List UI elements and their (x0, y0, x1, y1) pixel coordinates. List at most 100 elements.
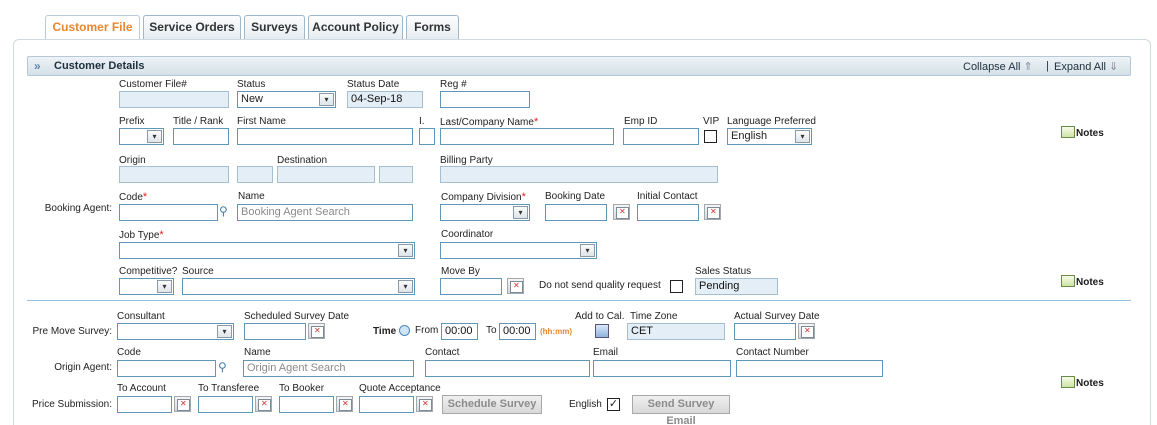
chevron-down-icon: ▾ (580, 244, 595, 257)
to-transferee-input[interactable] (198, 396, 253, 413)
calendar-icon[interactable] (704, 204, 721, 220)
initial-label: I. (419, 116, 425, 127)
coordinator-label: Coordinator (441, 229, 494, 240)
billing-party-label: Billing Party (440, 155, 493, 166)
status-date-input[interactable]: 04-Sep-18 (347, 91, 423, 108)
coordinator-select[interactable]: ▾ (440, 242, 597, 259)
english-checkbox[interactable]: ✓ (607, 398, 620, 411)
to-booker-label: To Booker (279, 383, 325, 394)
language-label: Language Preferred (727, 116, 816, 127)
notes-icon (1061, 376, 1075, 388)
customer-file-input[interactable] (119, 91, 229, 108)
to-transferee-label: To Transferee (198, 383, 260, 394)
actual-survey-date-input[interactable] (734, 323, 796, 340)
calendar-icon[interactable] (416, 396, 433, 412)
tab-service-orders[interactable]: Service Orders (143, 15, 241, 39)
tab-customer-file[interactable]: Customer File (45, 15, 140, 40)
from-label: From (415, 325, 439, 336)
title-rank-label: Title / Rank (173, 116, 224, 127)
hhmm-hint: (hh:mm) (540, 327, 572, 336)
schedule-survey-button[interactable]: Schedule Survey (442, 395, 542, 414)
calendar-icon[interactable] (507, 278, 524, 294)
contact-label: Contact (425, 347, 460, 358)
clock-icon (398, 325, 410, 336)
to-account-input[interactable] (117, 396, 172, 413)
quote-acceptance-label: Quote Acceptance (359, 383, 441, 394)
collapse-all-link[interactable]: Collapse All ⇑ (963, 60, 1033, 73)
prefix-select[interactable]: ▾ (119, 128, 164, 145)
booking-agent-code-input[interactable] (119, 204, 218, 221)
last-name-input[interactable] (440, 128, 614, 145)
to-time-input[interactable]: 00:00 (499, 323, 536, 340)
company-division-label: Company Division* (441, 191, 526, 203)
first-name-input[interactable] (237, 128, 413, 145)
booking-agent-name-input[interactable]: Booking Agent Search (237, 204, 413, 221)
contact-number-input[interactable] (736, 360, 883, 377)
time-zone-input[interactable]: CET (627, 323, 725, 340)
language-select[interactable]: English ▾ (727, 128, 812, 145)
send-survey-email-button[interactable]: Send Survey Email (632, 395, 730, 425)
destination-code-input[interactable] (379, 166, 413, 183)
section-title: Customer Details (54, 60, 145, 72)
section-header[interactable]: » Customer Details Collapse All ⇑ | Expa… (27, 56, 1131, 76)
calendar-icon[interactable] (255, 396, 272, 412)
origin-agent-label: Origin Agent: (54, 362, 112, 373)
destination-input[interactable] (277, 166, 375, 183)
first-name-label: First Name (237, 116, 286, 127)
quote-acceptance-input[interactable] (359, 396, 414, 413)
origin-agent-name-input[interactable]: Origin Agent Search (243, 360, 414, 377)
source-select[interactable]: ▾ (182, 278, 415, 295)
booking-date-label: Booking Date (545, 191, 606, 202)
calendar-icon[interactable] (613, 204, 630, 220)
search-icon[interactable]: ⚲ (218, 360, 227, 374)
email-input[interactable] (593, 360, 731, 377)
job-type-label: Job Type* (119, 229, 164, 241)
calendar-icon[interactable] (174, 396, 191, 412)
section-divider (27, 300, 1131, 301)
job-type-select[interactable]: ▾ (119, 242, 415, 259)
to-booker-input[interactable] (279, 396, 334, 413)
title-rank-input[interactable] (173, 128, 229, 145)
competitive-select[interactable]: ▾ (119, 278, 174, 295)
consultant-select[interactable]: ▾ (117, 323, 234, 340)
chevron-right-icon: » (34, 59, 41, 73)
notes-link-3[interactable]: Notes (1061, 376, 1104, 389)
status-date-label: Status Date (347, 79, 400, 90)
calendar-icon[interactable] (798, 323, 815, 339)
move-by-input[interactable] (440, 278, 502, 295)
initial-contact-input[interactable] (637, 204, 699, 221)
notes-link-2[interactable]: Notes (1061, 275, 1104, 288)
email-label: Email (593, 347, 619, 358)
origin-agent-code-input[interactable] (117, 360, 216, 377)
origin-input[interactable] (119, 166, 229, 183)
sales-status-input[interactable]: Pending (695, 278, 778, 295)
tab-forms[interactable]: Forms (406, 15, 459, 39)
calendar-icon[interactable] (336, 396, 353, 412)
reg-input[interactable] (440, 91, 530, 108)
notes-icon (1061, 126, 1075, 138)
billing-party-input[interactable] (440, 166, 718, 183)
search-icon[interactable]: ⚲ (219, 204, 228, 218)
status-select[interactable]: New ▾ (237, 91, 336, 108)
contact-input[interactable] (425, 360, 590, 377)
last-name-label: Last/Company Name* (440, 116, 539, 128)
initial-input[interactable] (419, 128, 435, 145)
emp-id-input[interactable] (623, 128, 699, 145)
notes-link-1[interactable]: Notes (1061, 126, 1104, 139)
customer-file-label: Customer File# (119, 79, 187, 90)
vip-checkbox[interactable] (704, 130, 717, 143)
company-division-select[interactable]: ▾ (440, 204, 530, 221)
scheduled-survey-date-input[interactable] (244, 323, 306, 340)
no-quality-label: Do not send quality request (539, 280, 661, 291)
origin-code-input[interactable] (237, 166, 273, 183)
no-quality-checkbox[interactable] (670, 280, 683, 293)
tab-account-policy[interactable]: Account Policy (308, 15, 403, 39)
booking-date-input[interactable] (545, 204, 607, 221)
from-time-input[interactable]: 00:00 (441, 323, 478, 340)
add-calendar-icon[interactable] (595, 324, 609, 338)
tab-surveys[interactable]: Surveys (244, 15, 305, 39)
expand-all-link[interactable]: Expand All ⇓ (1054, 60, 1118, 73)
scheduled-survey-date-label: Scheduled Survey Date (244, 311, 350, 322)
reg-label: Reg # (440, 79, 467, 90)
calendar-icon[interactable] (308, 323, 325, 339)
